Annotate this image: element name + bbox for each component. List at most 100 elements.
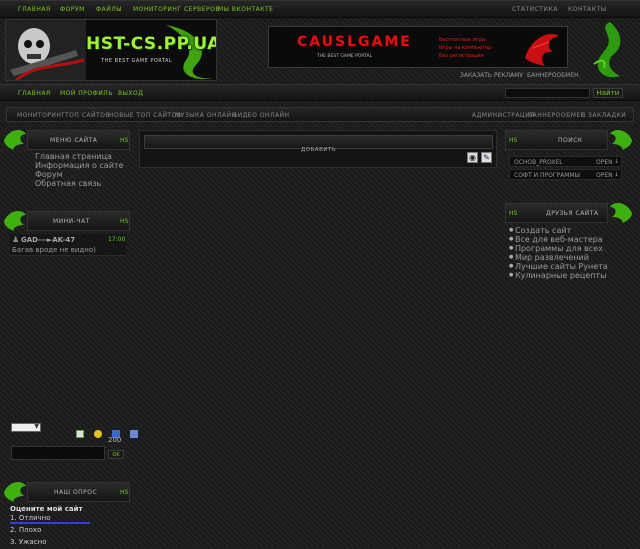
chat-select[interactable]: ▼ (11, 423, 41, 432)
search-panel-hs: HS (509, 137, 518, 144)
chat-ok-button[interactable]: ok (108, 450, 124, 459)
search-option-row[interactable]: Основ_proxel Open ↓ (509, 156, 622, 167)
sub-nav-monitoring[interactable]: Мониторинг (17, 112, 66, 119)
poll-dragon-icon (4, 482, 26, 502)
menu-link-feedback[interactable]: Обратная связь (35, 179, 123, 188)
top-nav-home[interactable]: Главная (18, 6, 51, 13)
banner-item: Игры на компьютер (439, 45, 492, 51)
logo-tagline: THE BEST GAME PORTAL (101, 58, 173, 64)
menu-panel-hs: HS (120, 137, 129, 144)
poll-question: Оцените мой сайт (10, 505, 83, 513)
arrow-down-icon: ↓ (614, 171, 620, 178)
sub-nav-banner-exchange[interactable]: Баннерообмен (528, 112, 586, 119)
chat-panel-hs: HS (120, 218, 129, 225)
chat-char-counter: 200 (108, 436, 122, 444)
top-search-input[interactable] (505, 88, 590, 98)
chat-panel-title: Мини-чат (53, 218, 90, 225)
user-nav-bar: Главная Мой профиль Выход Найти (0, 84, 640, 101)
chat-smile-icon[interactable] (94, 430, 103, 438)
green-dragon-icon (593, 22, 621, 78)
search-option-label: Софт и программы (514, 172, 580, 179)
search-option-row[interactable]: Софт и программы Open ↓ (509, 169, 622, 180)
friends-panel-title: Друзья сайта (546, 210, 599, 217)
banner-tagline: THE BEST GAME PORTAL (317, 54, 373, 59)
add-entry-label: Добавить (300, 147, 337, 153)
banner-item: Бесплатные игры (439, 37, 486, 43)
friend-link[interactable]: Создать сайт (509, 226, 608, 235)
search-option-state: Open (596, 172, 613, 179)
friends-list: Создать сайт Все для веб-мастера Програм… (509, 226, 608, 280)
search-panel-title: Поиск (558, 137, 583, 144)
sub-nav-admins[interactable]: Администрация (472, 112, 535, 119)
top-nav-forum[interactable]: Форум (60, 6, 85, 13)
chevron-down-icon: ▼ (34, 423, 39, 430)
logo-block[interactable]: HST-CS.PP.UA THE BEST GAME PORTAL (5, 19, 217, 81)
friend-link[interactable]: Программы для всех (509, 244, 608, 253)
chat-user-icon: ♟ (12, 235, 20, 244)
menu-dragon-icon (4, 130, 26, 150)
user-nav-home[interactable]: Главная (18, 90, 51, 97)
poll-option[interactable]: 3. Ужасно (10, 538, 46, 546)
friends-panel-header: HS Друзья сайта (505, 203, 608, 223)
site-menu: Главная страница Информация о сайте Фору… (35, 152, 123, 188)
top-nav-vk[interactable]: Мы ВКонтакте (218, 6, 273, 13)
friend-link[interactable]: Кулинарные рецепты (509, 271, 608, 280)
poll-panel-header: Наш опрос HS (27, 482, 130, 502)
red-dragon-icon (525, 34, 559, 66)
poll-panel-hs: HS (120, 489, 129, 496)
sub-nav-music[interactable]: Музыка онлайн (175, 112, 237, 119)
poll-result-bar (10, 522, 90, 524)
chat-username[interactable]: GAD---►AK-47 (21, 236, 75, 244)
friend-link[interactable]: Мир развлечений (509, 253, 608, 262)
poll-panel-title: Наш опрос (54, 489, 98, 496)
poll-result-track (10, 522, 90, 524)
friend-link[interactable]: Лучшие сайты Рунета (509, 262, 608, 271)
menu-link-about[interactable]: Информация о сайте (35, 161, 123, 170)
sub-nav-new-top-sites[interactable]: Новые топ сайтов (109, 112, 181, 119)
top-nav-files[interactable]: Файлы (96, 6, 122, 13)
banner-exchange-link[interactable]: Баннерообмен (527, 72, 579, 79)
top-nav-bar: Главная Форум Файлы Мониторинг серверов … (0, 0, 640, 18)
friend-link[interactable]: Все для веб-мастера (509, 235, 608, 244)
ad-banner[interactable]: CAUSLGAME THE BEST GAME PORTAL Бесплатны… (268, 26, 568, 68)
search-option-label: Основ_proxel (514, 159, 563, 166)
top-nav-contacts[interactable]: Контакты (568, 6, 606, 13)
menu-panel-header: Меню сайта HS (27, 130, 130, 150)
poll-option[interactable]: 1. Отлично (10, 514, 51, 522)
chat-message: ♟ GAD---►AK-47 17:00 Багав вроде не видн… (10, 234, 126, 256)
eye-icon[interactable]: ◉ (467, 152, 478, 163)
banner-title: CAUSLGAME (297, 34, 412, 50)
menu-link-home[interactable]: Главная страница (35, 152, 123, 161)
search-dragon-icon (610, 130, 632, 150)
top-nav-stats[interactable]: Статистика (512, 6, 558, 13)
center-content: Добавить ◉ ✎ (139, 130, 497, 168)
chat-settings-icon[interactable] (130, 430, 139, 438)
chat-input[interactable] (11, 446, 105, 460)
menu-panel-title: Меню сайта (50, 137, 98, 144)
poll-option[interactable]: 2. Плохо (10, 526, 41, 534)
search-option-state: Open (596, 159, 613, 166)
sub-nav-top-sites[interactable]: Топ сайтов (65, 112, 110, 119)
user-nav-logout[interactable]: Выход (118, 90, 143, 97)
friends-panel-hs: HS (509, 210, 518, 217)
logo-text: HST-CS.PP.UA (86, 34, 217, 54)
user-nav-profile[interactable]: Мой профиль (60, 90, 113, 97)
top-search-button[interactable]: Найти (593, 88, 623, 98)
chat-panel-header: Мини-чат HS (27, 211, 130, 231)
skull-soldier-image (6, 20, 86, 80)
arrow-down-icon: ↓ (614, 158, 620, 165)
edit-icon[interactable]: ✎ (481, 152, 492, 163)
sub-nav-video[interactable]: Видео онлайн (233, 112, 290, 119)
search-panel-header: HS Поиск (505, 130, 608, 150)
sub-nav-bookmarks[interactable]: В закладки (581, 112, 626, 119)
top-nav-monitoring[interactable]: Мониторинг серверов (133, 6, 220, 13)
chat-time: 17:00 (108, 236, 126, 243)
order-ads-link[interactable]: Заказать рекламу (460, 72, 523, 79)
menu-link-forum[interactable]: Форум (35, 170, 123, 179)
chat-refresh-icon[interactable] (76, 430, 84, 438)
sub-nav-bar: Мониторинг Топ сайтов Новые топ сайтов М… (6, 107, 634, 122)
add-entry-bar[interactable]: Добавить (144, 135, 493, 153)
friends-dragon-icon (610, 203, 632, 223)
chat-dragon-icon (4, 211, 26, 231)
chat-text: Багав вроде не видно) (12, 246, 96, 254)
